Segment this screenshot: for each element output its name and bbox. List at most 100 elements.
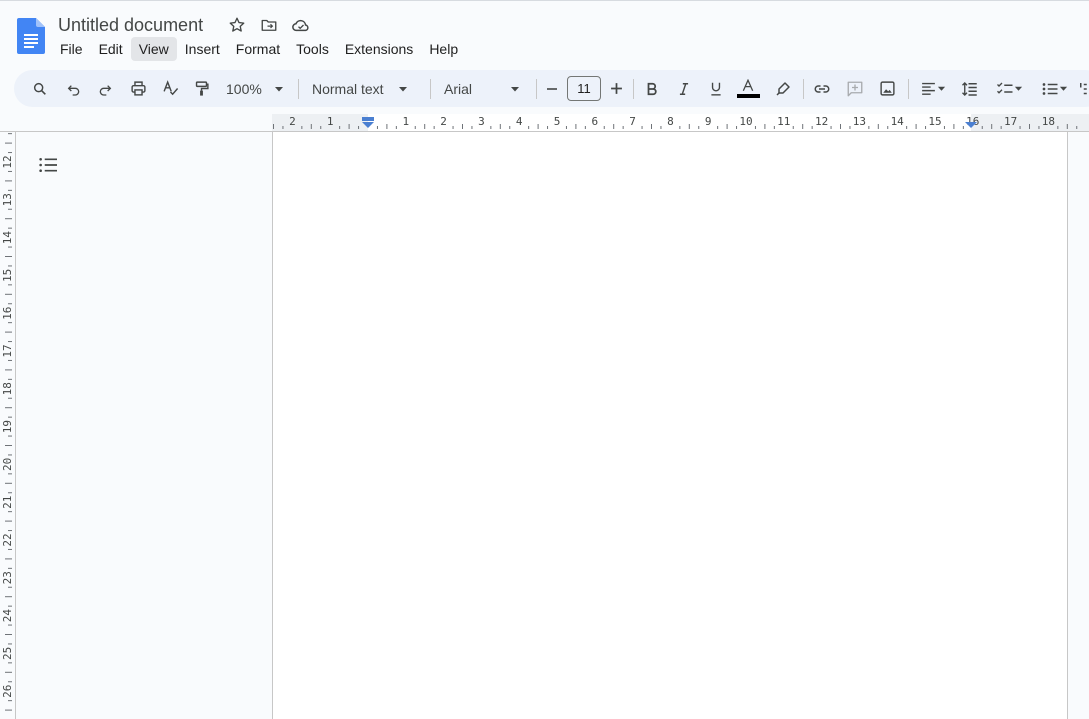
menu-edit[interactable]: Edit [91, 37, 131, 61]
text-color-swatch [736, 94, 760, 98]
increase-font-size-icon[interactable] [607, 70, 625, 107]
align-left-icon [922, 82, 935, 95]
toolbar-divider [803, 79, 804, 99]
horizontal-ruler[interactable]: 2 1 1 2 3 4 5 6 7 8 9 10 11 12 13 14 15 16 17 18 [272, 114, 1089, 132]
ruler-label: 20 [1, 458, 14, 471]
first-line-indent-marker[interactable] [362, 117, 374, 121]
menu-format[interactable]: Format [228, 37, 288, 61]
line-spacing-icon[interactable] [958, 70, 982, 107]
ruler-label: 1 [327, 115, 334, 128]
toolbar-divider [908, 79, 909, 99]
spelling-check-icon[interactable] [158, 70, 182, 107]
text-color-icon[interactable] [736, 70, 760, 107]
ruler-label: 7 [629, 115, 636, 128]
move-folder-icon[interactable] [258, 14, 280, 36]
toolbar: 100% Normal text Arial 11 [14, 70, 1089, 107]
toolbar-divider [536, 79, 537, 99]
redo-icon[interactable] [93, 70, 117, 107]
paragraph-style-select[interactable]: Normal text [312, 70, 422, 107]
chevron-down-icon [398, 86, 407, 91]
ruler-label: 15 [928, 115, 941, 128]
ruler-label: 11 [777, 115, 790, 128]
paint-format-icon[interactable] [189, 70, 213, 107]
ruler-label: 4 [516, 115, 523, 128]
print-icon[interactable] [126, 70, 150, 107]
ruler-label: 13 [853, 115, 866, 128]
ruler-divider [15, 132, 16, 719]
chevron-down-icon [937, 86, 946, 91]
bulleted-list-menu[interactable] [1035, 70, 1073, 107]
menu-view[interactable]: View [130, 37, 177, 61]
ruler-label: 24 [1, 609, 14, 623]
ruler-label: 17 [1004, 115, 1017, 128]
menu-extensions[interactable]: Extensions [337, 37, 421, 61]
menu-file[interactable]: File [52, 37, 91, 61]
menu-insert[interactable]: Insert [177, 37, 228, 61]
cloud-saved-icon[interactable] [290, 14, 312, 36]
document-title[interactable]: Untitled document [58, 14, 203, 36]
ruler-label: 13 [1, 193, 14, 206]
checklist-menu[interactable] [990, 70, 1028, 107]
checklist-icon [996, 82, 1012, 94]
align-menu[interactable] [916, 70, 950, 107]
undo-icon[interactable] [62, 70, 86, 107]
ruler-label: 23 [1, 571, 14, 584]
insert-image-icon[interactable] [875, 70, 899, 107]
bold-icon[interactable] [642, 70, 662, 107]
ruler-label: 14 [891, 115, 905, 128]
chevron-down-icon [511, 86, 520, 91]
ruler-label: 1 [402, 115, 409, 128]
ruler-label: 3 [478, 115, 485, 128]
add-comment-icon[interactable] [843, 70, 867, 107]
ruler-label: 8 [667, 115, 674, 128]
chevron-down-icon [274, 86, 283, 91]
ruler-label: 9 [705, 115, 712, 128]
ruler-label: 21 [1, 496, 14, 509]
highlight-color-icon[interactable] [771, 70, 795, 107]
ruler-label: 26 [1, 685, 14, 698]
zoom-value: 100% [226, 80, 262, 97]
menu-help[interactable]: Help [421, 37, 466, 61]
ruler-label: 10 [739, 115, 752, 128]
font-family-select[interactable]: Arial [444, 70, 526, 107]
header: Untitled document File Edit View Insert … [0, 0, 1089, 66]
toolbar-divider [633, 79, 634, 99]
vertical-ruler[interactable]: 12 13 14 15 16 17 18 19 20 21 22 23 24 25 26 [0, 132, 16, 719]
docs-logo-icon[interactable] [17, 18, 45, 54]
ruler-label: 18 [1, 382, 14, 395]
ruler-label: 5 [554, 115, 561, 128]
search-menus-icon[interactable] [28, 70, 52, 107]
menu-tools[interactable]: Tools [288, 37, 337, 61]
chevron-down-icon [1059, 86, 1067, 91]
ruler-label: 16 [1, 307, 14, 320]
ruler-label: 12 [1, 155, 14, 168]
ruler-label: 2 [289, 115, 296, 128]
decrease-font-size-icon[interactable] [543, 70, 561, 107]
ruler-label: 25 [1, 647, 14, 660]
font-family-value: Arial [444, 80, 473, 97]
numbered-list-icon[interactable] [1078, 70, 1088, 107]
bulleted-list-icon [1042, 82, 1057, 95]
star-icon[interactable] [226, 14, 248, 36]
ruler-label: 19 [1, 420, 14, 433]
zoom-select[interactable]: 100% [223, 70, 293, 107]
insert-link-icon[interactable] [810, 70, 834, 107]
ruler-label: 15 [1, 269, 14, 282]
document-outline-icon[interactable] [36, 154, 60, 176]
ruler-label: 12 [815, 115, 828, 128]
document-page[interactable] [272, 132, 1068, 719]
toolbar-divider [430, 79, 431, 99]
ruler-label: 18 [1042, 115, 1055, 128]
ruler-label: 6 [591, 115, 598, 128]
ruler-label: 17 [1, 344, 14, 357]
ruler-label: 14 [1, 231, 14, 245]
italic-icon[interactable] [674, 70, 694, 107]
ruler-label: 22 [1, 533, 14, 546]
chevron-down-icon [1014, 86, 1022, 91]
paragraph-style-value: Normal text [312, 80, 384, 97]
font-size-input[interactable]: 11 [567, 76, 601, 101]
underline-icon[interactable] [706, 70, 726, 107]
ruler-label: 2 [440, 115, 447, 128]
menu-bar: File Edit View Insert Format Tools Exten… [52, 37, 466, 61]
toolbar-divider [298, 79, 299, 99]
